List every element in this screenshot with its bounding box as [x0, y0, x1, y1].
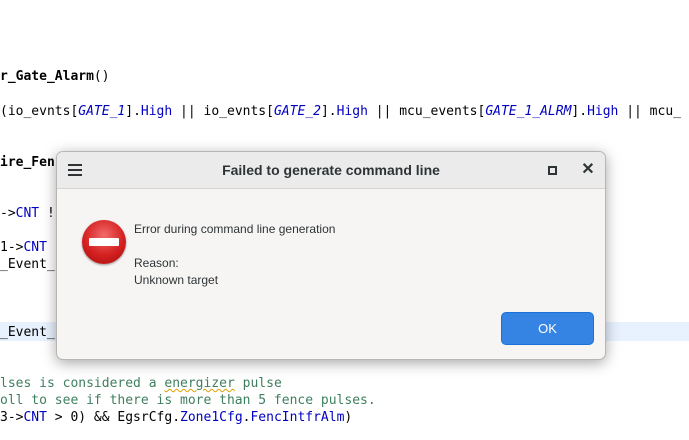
error-icon	[82, 220, 126, 264]
code-line-event-highlighted: _Event_	[0, 325, 55, 340]
ok-button[interactable]: OK	[501, 312, 594, 345]
dialog-title: Failed to generate command line	[222, 162, 440, 178]
reason-label: Reason:	[134, 256, 179, 270]
dialog-titlebar[interactable]: Failed to generate command line ✕	[57, 152, 605, 189]
code-line-event: _Event_	[0, 257, 55, 272]
code-line-condition: (io_evnts[GATE_1].High || io_evnts[GATE_…	[0, 104, 681, 119]
close-icon[interactable]: ✕	[581, 160, 595, 180]
code-line-comment-2: oll to see if there is more than 5 fence…	[0, 393, 376, 408]
code-line-fence-function: ire_Fen	[0, 155, 55, 170]
code-line-cnt-check: ->CNT !	[0, 206, 55, 221]
code-line-comment-1: lses is considered a energizer pulse	[0, 376, 282, 391]
error-message: Error during command line generation	[134, 222, 336, 236]
code-line-cnt-assign: 1->CNT	[0, 240, 47, 255]
error-dialog: Failed to generate command line ✕ Error …	[56, 151, 606, 360]
code-line-zone-check: 3->CNT > 0) && EgsrCfg.Zone1Cfg.FencIntf…	[0, 410, 353, 425]
maximize-icon[interactable]	[548, 166, 557, 175]
reason-text: Unknown target	[134, 273, 219, 287]
code-line-function-name: r_Gate_Alarm()	[0, 69, 110, 84]
